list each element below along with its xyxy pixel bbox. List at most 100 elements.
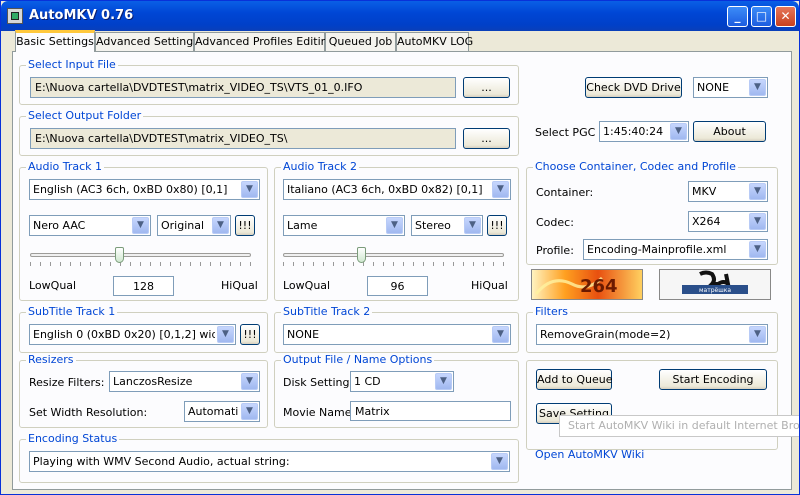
width-resolution-label: Set Width Resolution: xyxy=(29,406,148,419)
subtitle-2-value: NONE xyxy=(287,328,320,341)
codec-label: Codec: xyxy=(536,216,574,229)
minimize-button[interactable]: _ xyxy=(727,6,748,27)
input-file-path[interactable]: E:\Nuova cartella\DVDTEST\matrix_VIDEO_T… xyxy=(30,77,456,98)
filters-value: RemoveGrain(mode=2) xyxy=(540,328,671,341)
profile-value: Encoding-Mainprofile.xml xyxy=(587,243,727,256)
filters-select[interactable]: RemoveGrain(mode=2) ▼ xyxy=(536,324,768,345)
maximize-button[interactable]: □ xyxy=(751,6,772,27)
audio-1-track-value: English (AC3 6ch, 0xBD 0x80) [0,1] xyxy=(33,183,228,196)
chevron-down-icon: ▼ xyxy=(492,181,509,198)
x264-logo[interactable]: 264 xyxy=(531,269,643,300)
codec-value: X264 xyxy=(692,215,721,228)
audio-2-quality-slider[interactable] xyxy=(283,247,504,267)
start-encoding-button[interactable]: Start Encoding xyxy=(659,369,767,390)
audio-2-bitrate-field[interactable]: 96 xyxy=(367,276,428,296)
movie-name-field[interactable]: Matrix xyxy=(350,401,511,421)
container-label: Container: xyxy=(536,186,594,199)
audio-2-lowqual-label: LowQual xyxy=(283,279,331,292)
dvd-drive-select[interactable]: NONE ▼ xyxy=(693,77,768,98)
codec-select[interactable]: X264 ▼ xyxy=(688,211,768,232)
disk-settings-select[interactable]: 1 CD ▼ xyxy=(350,371,454,392)
tab-advanced-profiles[interactable]: Advanced Profiles Editing xyxy=(194,32,335,51)
pgc-label: Select PGC xyxy=(535,126,596,139)
close-button[interactable]: ✕ xyxy=(775,6,796,27)
audio-1-lowqual-label: LowQual xyxy=(29,279,77,292)
resize-filters-label: Resize Filters: xyxy=(29,376,105,389)
chevron-down-icon: ▼ xyxy=(241,403,258,420)
encoding-status-group: Encoding Status Playing with WMV Second … xyxy=(19,432,519,483)
audio-2-warn-button[interactable]: !!! xyxy=(487,215,507,236)
window-title: AutoMKV 0.76 xyxy=(29,8,134,23)
tab-basic-settings[interactable]: Basic Settings xyxy=(15,30,95,52)
audio-1-channels-select[interactable]: Original ▼ xyxy=(157,215,231,236)
chevron-down-icon: ▼ xyxy=(670,123,687,140)
chevron-down-icon: ▼ xyxy=(132,217,149,234)
open-wiki-link[interactable]: Open AutoMKV Wiki xyxy=(535,448,644,461)
container-select[interactable]: MKV ▼ xyxy=(688,181,768,202)
input-browse-button[interactable]: ... xyxy=(463,77,510,98)
chevron-down-icon: ▼ xyxy=(492,326,509,343)
container-group: Choose Container, Codec and Profile Cont… xyxy=(526,160,778,265)
subtitle-1-warn-button[interactable]: !!! xyxy=(240,324,260,345)
chevron-down-icon: ▼ xyxy=(241,373,258,390)
input-file-title: Select Input File xyxy=(26,58,118,71)
audio-track-1-title: Audio Track 1 xyxy=(26,160,105,173)
audio-1-bitrate-field[interactable]: 128 xyxy=(113,276,174,296)
output-browse-button[interactable]: ... xyxy=(463,128,510,149)
audio-1-codec-select[interactable]: Nero AAC ▼ xyxy=(29,215,151,236)
resize-filters-select[interactable]: LanczosResize ▼ xyxy=(109,371,260,392)
encoding-status-value: Playing with WMV Second Audio, actual st… xyxy=(33,455,290,468)
matroska-logo[interactable]: матрёшка xyxy=(659,269,771,300)
output-folder-title: Select Output Folder xyxy=(26,109,144,122)
slider-thumb[interactable] xyxy=(115,247,124,263)
audio-2-channels-select[interactable]: Stereo ▼ xyxy=(411,215,483,236)
chevron-down-icon: ▼ xyxy=(749,241,766,258)
disk-settings-value: 1 CD xyxy=(354,375,381,388)
audio-2-channels-value: Stereo xyxy=(415,219,451,232)
audio-2-codec-select[interactable]: Lame ▼ xyxy=(283,215,405,236)
audio-1-warn-button[interactable]: !!! xyxy=(235,215,255,236)
audio-1-track-select[interactable]: English (AC3 6ch, 0xBD 0x80) [0,1] ▼ xyxy=(29,179,260,200)
audio-2-hiqual-label: HiQual xyxy=(471,279,508,292)
resizers-group: Resizers Resize Filters: LanczosResize ▼… xyxy=(19,353,268,428)
resizers-title: Resizers xyxy=(26,353,76,366)
profile-select[interactable]: Encoding-Mainprofile.xml ▼ xyxy=(583,239,768,260)
audio-track-2-group: Audio Track 2 Italiano (AC3 6ch, 0xBD 0x… xyxy=(274,160,519,301)
audio-2-track-value: Italiano (AC3 6ch, 0xBD 0x82) [0,1] xyxy=(287,183,483,196)
chevron-down-icon: ▼ xyxy=(217,326,234,343)
profile-label: Profile: xyxy=(536,244,574,257)
chevron-down-icon: ▼ xyxy=(212,217,229,234)
chevron-down-icon: ▼ xyxy=(491,453,508,470)
encoding-status-select[interactable]: Playing with WMV Second Audio, actual st… xyxy=(29,451,510,472)
audio-2-codec-value: Lame xyxy=(287,219,318,232)
wiki-tooltip: Start AutoMKV Wiki in default Internet B… xyxy=(559,415,799,437)
app-window: AutoMKV 0.76 _ □ ✕ Basic Settings Advanc… xyxy=(0,0,800,495)
chevron-down-icon: ▼ xyxy=(386,217,403,234)
about-button[interactable]: About xyxy=(693,121,766,142)
tab-queued-job[interactable]: Queued Job xyxy=(325,32,396,51)
audio-1-quality-slider[interactable] xyxy=(30,247,251,267)
output-folder-path[interactable]: E:\Nuova cartella\DVDTEST\matrix_VIDEO_T… xyxy=(30,128,456,149)
chevron-down-icon: ▼ xyxy=(435,373,452,390)
subtitle-2-select[interactable]: NONE ▼ xyxy=(283,324,511,345)
pgc-select[interactable]: 1:45:40:24 ▼ xyxy=(599,121,689,142)
audio-2-track-select[interactable]: Italiano (AC3 6ch, 0xBD 0x82) [0,1] ▼ xyxy=(283,179,511,200)
width-resolution-select[interactable]: Automatic ▼ xyxy=(184,401,260,422)
add-to-queue-button[interactable]: Add to Queue xyxy=(536,369,612,390)
container-title: Choose Container, Codec and Profile xyxy=(533,160,738,173)
output-folder-group: Select Output Folder E:\Nuova cartella\D… xyxy=(19,109,519,156)
audio-1-hiqual-label: HiQual xyxy=(221,279,258,292)
subtitle-1-select[interactable]: English 0 (0xBD 0x20) [0,1,2] wide ▼ xyxy=(29,324,236,345)
title-bar[interactable]: AutoMKV 0.76 _ □ ✕ xyxy=(1,1,799,31)
chevron-down-icon: ▼ xyxy=(749,183,766,200)
tab-advanced-settings[interactable]: Advanced Settings xyxy=(95,32,199,51)
encoding-status-title: Encoding Status xyxy=(26,432,120,445)
filters-title: Filters xyxy=(533,305,570,318)
check-dvd-drive-button[interactable]: Check DVD Drive xyxy=(585,77,682,98)
resize-filters-value: LanczosResize xyxy=(113,375,193,388)
slider-thumb[interactable] xyxy=(357,247,366,263)
tab-automkv-log[interactable]: AutoMKV LOG xyxy=(396,32,473,51)
audio-1-channels-value: Original xyxy=(161,219,205,232)
chevron-down-icon: ▼ xyxy=(749,79,766,96)
audio-1-codec-value: Nero AAC xyxy=(33,219,86,232)
